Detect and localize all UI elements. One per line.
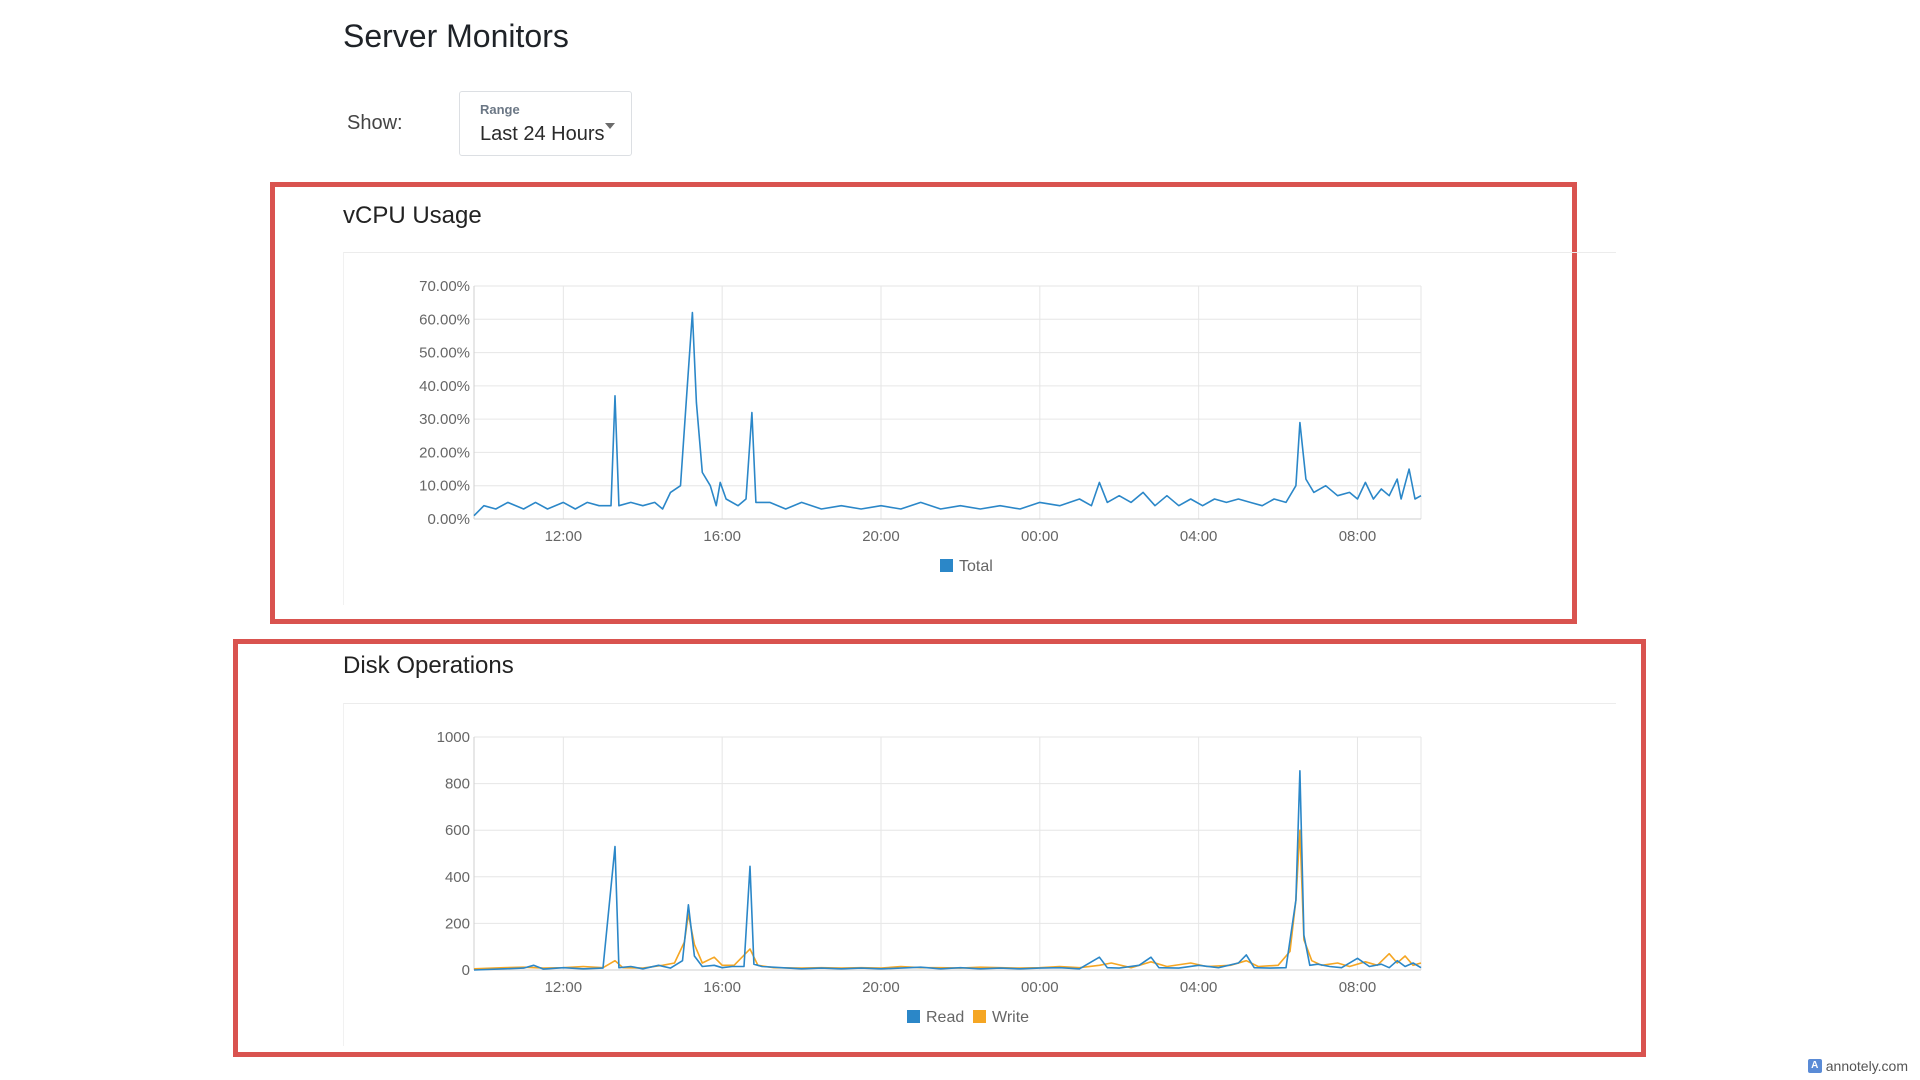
range-caption: Range — [480, 102, 520, 117]
y-tick-label: 50.00% — [419, 345, 470, 362]
y-tick-label: 30.00% — [419, 411, 470, 428]
legend-label-write: Write — [992, 1009, 1029, 1026]
x-tick-label: 16:00 — [703, 979, 741, 996]
watermark: A annotely.com — [1807, 1058, 1908, 1074]
x-tick-label: 20:00 — [862, 528, 900, 545]
range-dropdown[interactable]: Range Last 24 Hours — [459, 91, 632, 156]
y-tick-label: 70.00% — [419, 278, 470, 295]
annotely-logo-icon: A — [1807, 1059, 1822, 1073]
x-tick-label: 04:00 — [1180, 528, 1218, 545]
disk-chart: 0 200 400 600 800 1000 12:00 16:00 20:00 00:00 04:… — [437, 729, 1422, 1026]
legend-label-read: Read — [926, 1009, 964, 1026]
disk-section-title: Disk Operations — [343, 652, 514, 679]
x-tick-label: 08:00 — [1339, 528, 1377, 545]
y-tick-label: 0.00% — [427, 511, 470, 528]
legend-label-total: Total — [959, 558, 993, 575]
series-line-read — [473, 770, 1422, 971]
chevron-down-icon — [605, 123, 615, 129]
y-tick-label: 0 — [462, 962, 470, 979]
vcpu-chart-card: 0.00% 10.00% 20.00% 30.00% 40.00% 50.00% 60.00… — [343, 252, 1616, 605]
show-label: Show: — [347, 112, 403, 134]
y-tick-label: 40.00% — [419, 378, 470, 395]
range-selected-value: Last 24 Hours — [480, 123, 605, 145]
y-tick-label: 600 — [445, 822, 470, 839]
y-tick-label: 1000 — [437, 729, 470, 746]
disk-chart-card: 0 200 400 600 800 1000 12:00 16:00 20:00 00:00 04:… — [343, 703, 1616, 1046]
x-tick-label: 08:00 — [1339, 979, 1377, 996]
vcpu-section-title: vCPU Usage — [343, 202, 482, 229]
x-tick-label: 00:00 — [1021, 979, 1059, 996]
y-tick-label: 20.00% — [419, 444, 470, 461]
x-tick-label: 12:00 — [545, 528, 583, 545]
legend-swatch-write — [973, 1010, 986, 1023]
watermark-text: annotely.com — [1825, 1058, 1908, 1074]
x-tick-label: 12:00 — [545, 979, 583, 996]
page-title: Server Monitors — [343, 18, 569, 54]
legend-swatch-read — [907, 1010, 920, 1023]
x-tick-label: 16:00 — [703, 528, 741, 545]
y-tick-label: 800 — [445, 776, 470, 793]
y-tick-label: 200 — [445, 915, 470, 932]
y-tick-label: 10.00% — [419, 478, 470, 495]
vcpu-chart: 0.00% 10.00% 20.00% 30.00% 40.00% 50.00% 60.00… — [419, 278, 1422, 575]
legend-swatch-total — [940, 559, 953, 572]
x-tick-label: 00:00 — [1021, 528, 1059, 545]
x-tick-label: 04:00 — [1180, 979, 1218, 996]
x-tick-label: 20:00 — [862, 979, 900, 996]
y-tick-label: 60.00% — [419, 311, 470, 328]
y-tick-label: 400 — [445, 869, 470, 886]
